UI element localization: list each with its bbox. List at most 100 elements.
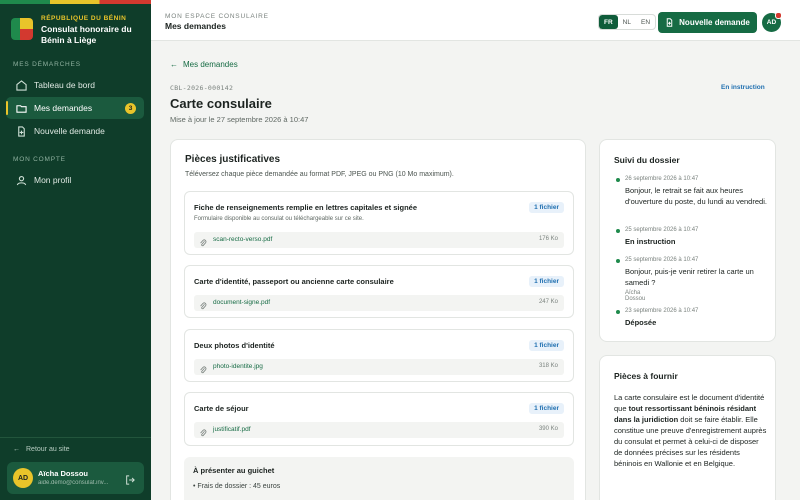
file-count-badge: 1 fichier [529,403,564,414]
file-plus-icon [666,18,673,27]
documents-card: Pièces justificatives Téléversez chaque … [170,139,586,500]
required-documents-title: Pièces à fournir [614,371,678,381]
paperclip-icon [199,298,207,316]
document-description: Formulaire disponible au consulat ou tél… [194,216,364,222]
documents-hint: Téléversez chaque pièce demandée au form… [185,171,454,178]
event-date: 25 septembre 2026 à 10:47 [625,257,699,263]
sidebar-item-label: Tableau de bord [34,80,95,90]
sidebar-item-mon-profil[interactable]: Mon profil [6,169,144,191]
documents-title: Pièces justificatives [185,154,281,165]
brand-org: Consulat honoraire du Bénin à Liège [41,24,132,45]
file-size: 390 Ko [538,426,558,432]
file-size: 176 Ko [538,236,558,242]
file-row[interactable]: document-signe.pdf 247 Ko [194,295,564,311]
status-dot [616,229,620,233]
status-dot [616,178,620,182]
request-reference: CBL-2026-000142 [170,84,234,92]
user-name: Aïcha Dossou [38,469,89,478]
file-row[interactable]: scan-recto-verso.pdf 176 Ko [194,232,564,248]
grid-icon [14,78,28,92]
file-row[interactable]: justificatif.pdf 390 Ko [194,422,564,438]
avatar[interactable]: AD [762,12,782,32]
paperclip-icon [199,362,207,380]
breadcrumb: MON ESPACE CONSULAIRE [165,13,269,20]
lang-en[interactable]: EN [636,15,655,29]
counter-requirements: À présenter au guichet • Frais de dossie… [184,457,574,500]
counter-item: Frais de dossier : 45 euros [197,483,281,490]
sidebar-item-label: Mes demandes [34,103,93,113]
file-size: 318 Ko [538,363,558,369]
file-count-badge: 1 fichier [529,340,564,351]
topbar: MON ESPACE CONSULAIRE Mes demandes FR NL… [151,0,800,41]
paperclip-icon [199,235,207,253]
sidebar-item-tableau-de-bord[interactable]: Tableau de bord [6,74,144,96]
language-switcher: FR NL EN [598,14,657,30]
event-message: Déposée [625,318,657,327]
page-title: Carte consulaire [170,96,272,111]
file-size: 247 Ko [538,299,558,305]
main-content: ← Mes demandes CBL-2026-000142 En instru… [151,41,800,500]
sidebar: RÉPUBLIQUE DU BÉNIN Consulat honoraire d… [0,0,151,500]
document-item: Carte de séjour 1 fichier justificatif.p… [184,392,574,446]
event-date: 25 septembre 2026 à 10:47 [625,227,699,233]
follow-up-card: Suivi du dossier 26 septembre 2026 à 10:… [599,139,776,342]
divider [0,437,151,438]
benin-flag-icon [11,18,33,40]
new-request-button[interactable]: Nouvelle demande [658,12,757,33]
back-link[interactable]: ← Mes demandes [170,60,238,69]
user-icon [14,173,28,187]
file-name[interactable]: scan-recto-verso.pdf [213,236,272,243]
event-author: Aïcha Dossou [625,290,646,302]
event-message: Bonjour, puis-je venir retirer la carte … [625,267,754,287]
event-message: Bonjour, le retrait se fait aux heures d… [625,186,767,206]
document-title: Carte d'identité, passeport ou ancienne … [194,277,394,286]
file-row[interactable]: photo-identite.jpg 318 Ko [194,359,564,375]
required-documents-text: La carte consulaire est le document d'id… [614,392,769,469]
document-title: Fiche de renseignements remplie en lettr… [194,203,418,212]
document-item: Carte d'identité, passeport ou ancienne … [184,265,574,318]
user-card[interactable]: AD Aïcha Dossou aide.demo@consulat.inv..… [7,462,144,494]
file-count-badge: 1 fichier [529,202,564,213]
file-count-badge: 1 fichier [529,276,564,287]
page-heading: Mes demandes [165,21,226,31]
required-documents-card: Pièces à fournir La carte consulaire est… [599,355,776,500]
status-badge: En instruction [721,84,765,91]
file-name[interactable]: photo-identite.jpg [213,363,263,370]
follow-up-title: Suivi du dossier [614,155,680,165]
count-badge: 3 [125,103,136,114]
status-dot [616,310,620,314]
avatar: AD [13,468,33,488]
user-email: aide.demo@consulat.inv... [38,480,109,486]
list-item: • Frais de dossier : 45 euros [193,483,281,490]
file-name[interactable]: justificatif.pdf [213,426,251,433]
document-item: Deux photos d'identité 1 fichier photo-i… [184,329,574,382]
counter-title: À présenter au guichet [193,466,275,475]
section-label-demarches: MES DÉMARCHES [13,61,81,68]
sidebar-item-nouvelle-demande[interactable]: Nouvelle demande [6,120,144,142]
lang-nl[interactable]: NL [618,15,636,29]
section-label-compte: MON COMPTE [13,156,66,163]
back-link-label: Mes demandes [183,60,238,69]
document-item: Fiche de renseignements remplie en lettr… [184,191,574,255]
new-request-label: Nouvelle demande [679,18,750,27]
back-to-site-label: Retour au site [26,446,70,453]
back-to-site-link[interactable]: ← Retour au site [13,446,70,453]
document-title: Deux photos d'identité [194,341,275,350]
brand-country: RÉPUBLIQUE DU BÉNIN [41,15,127,22]
updated-timestamp: Mise à jour le 27 septembre 2026 à 10:47 [170,115,309,124]
event-message: En instruction [625,237,676,246]
event-date: 23 septembre 2026 à 10:47 [625,308,699,314]
lang-fr[interactable]: FR [599,15,618,29]
arrow-left-icon: ← [170,60,178,69]
sidebar-item-mes-demandes[interactable]: Mes demandes 3 [6,97,144,119]
sidebar-item-label: Nouvelle demande [34,126,105,136]
logout-icon[interactable] [125,472,135,490]
arrow-left-icon: ← [13,446,20,453]
file-name[interactable]: document-signe.pdf [213,299,270,306]
event-date: 26 septembre 2026 à 10:47 [625,176,699,182]
folder-icon [14,101,28,115]
status-dot [616,259,620,263]
paperclip-icon [199,425,207,443]
brand[interactable]: RÉPUBLIQUE DU BÉNIN Consulat honoraire d… [11,15,146,46]
document-title: Carte de séjour [194,404,249,413]
